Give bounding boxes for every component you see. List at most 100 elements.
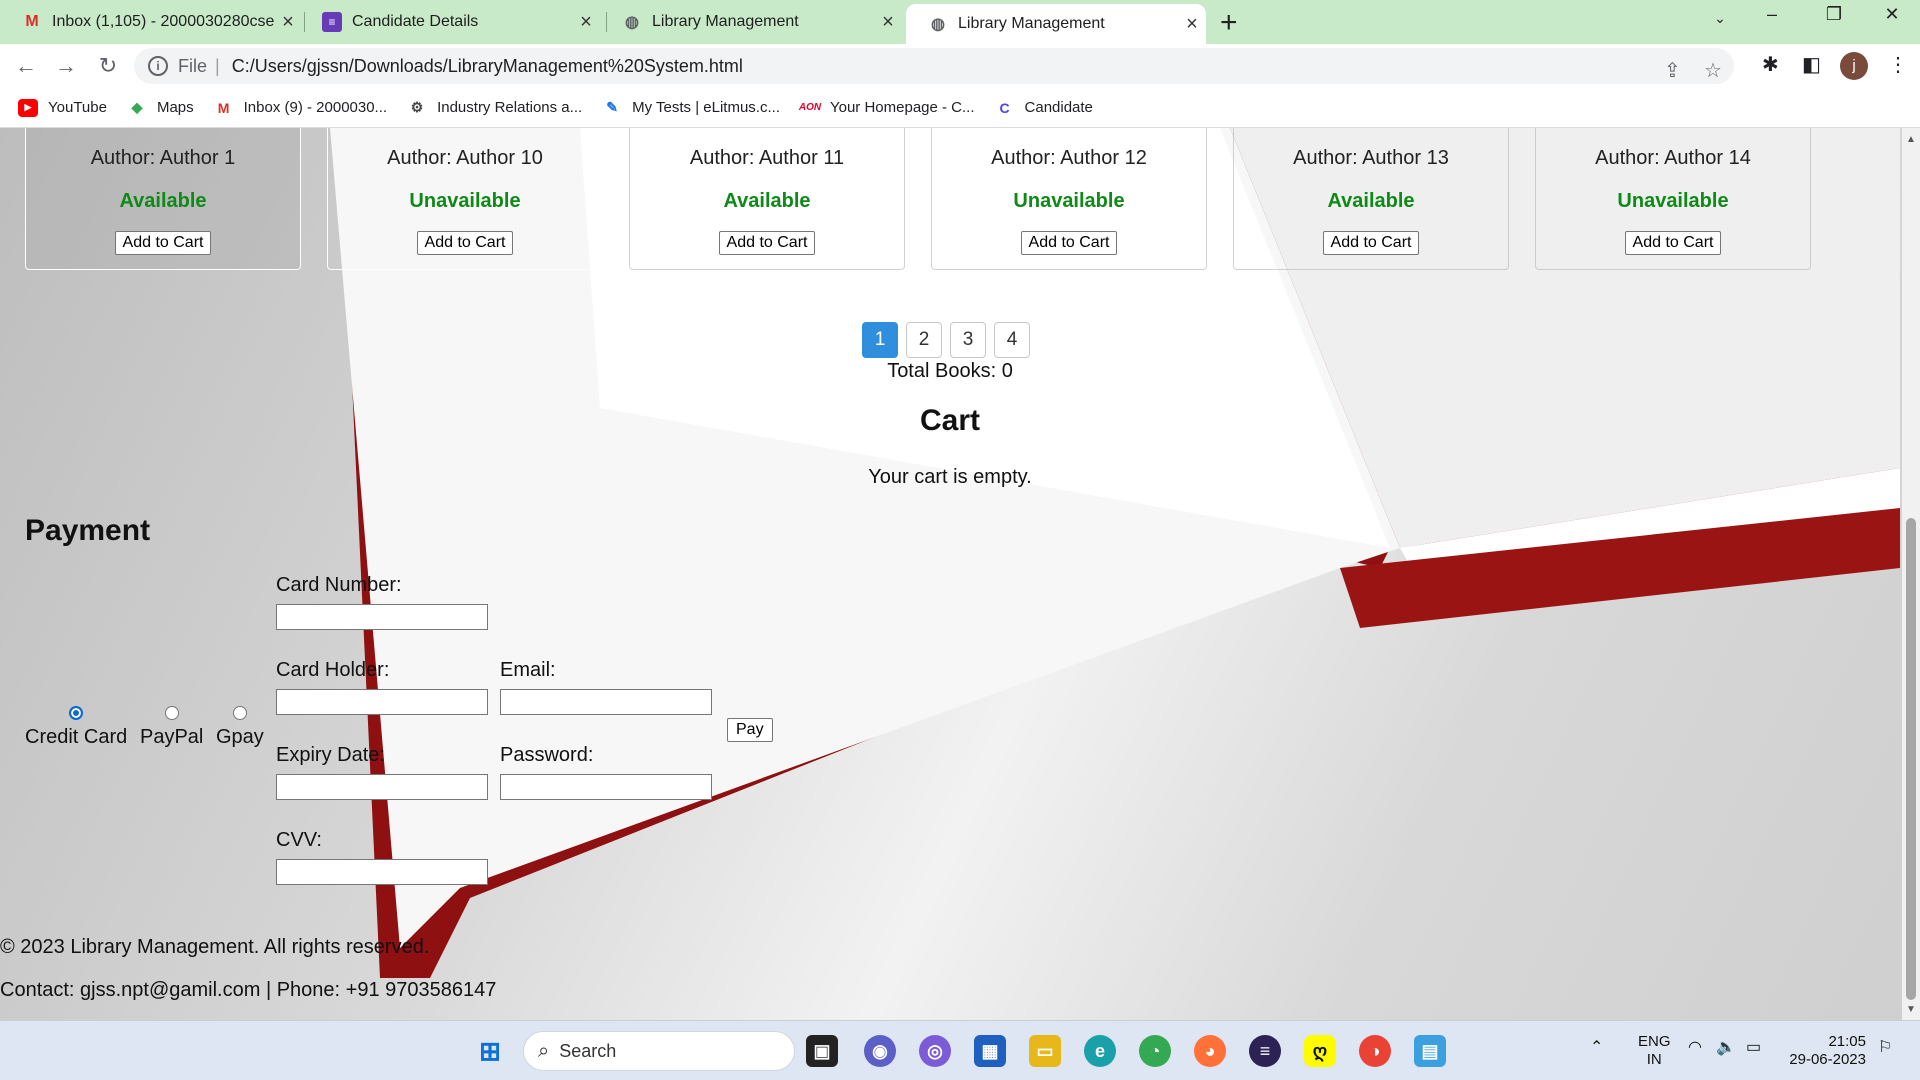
notepad-icon[interactable]: ▤ bbox=[1414, 1035, 1446, 1067]
tab-library-management-active[interactable]: ◍ Library Management × bbox=[906, 4, 1206, 44]
store-icon[interactable]: ▦ bbox=[974, 1035, 1006, 1067]
book-author: Author: Author 10 bbox=[387, 147, 543, 169]
windows-taskbar: ⊞ ⌕ Search ▣ ◉ ◎ ▦ ▭ e ◔ ◕ ≡ ღ ◑ ▤ ⌃ ENG… bbox=[0, 1020, 1920, 1080]
minimize-icon[interactable]: – bbox=[1752, 4, 1792, 25]
bookmark-industry-relations[interactable]: ⚙ Industry Relations a... bbox=[407, 99, 582, 117]
payment-method-label: PayPal bbox=[140, 726, 204, 748]
close-tab-icon[interactable]: × bbox=[274, 11, 302, 34]
clock[interactable]: 21:05 29-06-2023 bbox=[1786, 1033, 1866, 1069]
book-card: Author: Author 10 Unavailable Add to Car… bbox=[327, 128, 603, 270]
tab-library-management[interactable]: ◍ Library Management × bbox=[600, 0, 902, 44]
scroll-down-icon[interactable]: ▼ bbox=[1906, 1004, 1916, 1015]
tab-strip: M Inbox (1,105) - 2000030280cse@ × ≡ Can… bbox=[0, 0, 1920, 44]
close-tab-icon[interactable]: × bbox=[572, 11, 600, 34]
add-to-cart-button[interactable]: Add to Cart bbox=[1624, 231, 1722, 255]
add-to-cart-button[interactable]: Add to Cart bbox=[1020, 231, 1118, 255]
book-author: Author: Author 13 bbox=[1293, 147, 1449, 169]
bookmark-candidate[interactable]: C Candidate bbox=[995, 99, 1092, 117]
cvv-input[interactable] bbox=[276, 859, 488, 885]
scroll-up-icon[interactable]: ▲ bbox=[1906, 134, 1916, 145]
add-to-cart-button[interactable]: Add to Cart bbox=[1322, 231, 1420, 255]
page-button-1[interactable]: 1 bbox=[862, 322, 898, 358]
password-field[interactable] bbox=[500, 774, 712, 800]
page-button-2[interactable]: 2 bbox=[906, 322, 942, 358]
payment-method-credit-card[interactable]: Credit Card bbox=[25, 706, 127, 749]
payment-method-paypal[interactable]: PayPal bbox=[140, 706, 203, 749]
radio-gpay[interactable] bbox=[232, 706, 247, 720]
book-status: Available bbox=[119, 190, 207, 212]
teams-icon[interactable]: ◎ bbox=[919, 1035, 951, 1067]
bookmark-homepage[interactable]: AON Your Homepage - C... bbox=[798, 99, 975, 117]
new-tab-button[interactable]: + bbox=[1220, 6, 1238, 40]
battery-icon[interactable]: ▭ bbox=[1746, 1039, 1761, 1057]
aon-icon: AON bbox=[798, 102, 822, 113]
radio-credit-card[interactable] bbox=[69, 706, 84, 720]
chrome-profile-icon[interactable]: ◑ bbox=[1359, 1035, 1391, 1067]
maps-icon: ◆ bbox=[131, 99, 143, 115]
expiry-date-input[interactable] bbox=[276, 774, 488, 800]
share-icon[interactable]: ⇪ bbox=[1664, 58, 1681, 83]
card-holder-label: Card Holder: bbox=[276, 659, 390, 681]
pay-button[interactable]: Pay bbox=[727, 718, 773, 742]
wifi-icon[interactable]: ◠ bbox=[1688, 1039, 1702, 1057]
card-number-input[interactable] bbox=[276, 604, 488, 630]
tab-search-icon[interactable]: ⌄ bbox=[1700, 10, 1740, 27]
volume-muted-icon[interactable]: 🔈 bbox=[1716, 1039, 1736, 1057]
bookmark-star-icon[interactable]: ☆ bbox=[1704, 58, 1722, 83]
menu-kebab-icon[interactable]: ⋮ bbox=[1888, 52, 1908, 77]
task-view-icon[interactable]: ▣ bbox=[806, 1035, 838, 1067]
page-button-3[interactable]: 3 bbox=[950, 322, 986, 358]
windows-start-icon[interactable]: ⊞ bbox=[474, 1035, 506, 1067]
tray-overflow-icon[interactable]: ⌃ bbox=[1590, 1039, 1603, 1057]
tab-candidate-details[interactable]: ≡ Candidate Details × bbox=[300, 0, 600, 44]
back-icon[interactable]: ← bbox=[12, 52, 40, 80]
avatar[interactable]: j bbox=[1840, 52, 1868, 80]
page-button-4[interactable]: 4 bbox=[994, 322, 1030, 358]
scrollbar-thumb[interactable] bbox=[1906, 518, 1916, 1000]
side-panel-icon[interactable]: ◧ bbox=[1802, 52, 1821, 77]
eclipse-icon[interactable]: ≡ bbox=[1249, 1035, 1281, 1067]
footer-contact: Contact: gjss.npt@gamil.com | Phone: +91… bbox=[0, 979, 497, 1001]
book-card: Author: Author 13 Available Add to Cart bbox=[1233, 128, 1509, 270]
chat-icon[interactable]: ◉ bbox=[864, 1035, 896, 1067]
page-scrollbar[interactable]: ▲ ▼ bbox=[1902, 128, 1920, 1020]
tab-gmail-inbox[interactable]: M Inbox (1,105) - 2000030280cse@ × bbox=[0, 0, 302, 44]
language-indicator[interactable]: ENG IN bbox=[1638, 1033, 1671, 1069]
address-bar[interactable]: i File | C:/Users/gjssn/Downloads/Librar… bbox=[134, 48, 1734, 84]
close-tab-icon[interactable]: × bbox=[1178, 13, 1206, 36]
add-to-cart-button[interactable]: Add to Cart bbox=[114, 231, 212, 255]
bookmarks-bar: ▶ YouTube ◆ Maps M Inbox (9) - 2000030..… bbox=[0, 88, 1920, 128]
chrome-icon[interactable]: ◔ bbox=[1139, 1035, 1171, 1067]
bookmark-youtube[interactable]: ▶ YouTube bbox=[18, 98, 107, 117]
file-explorer-icon[interactable]: ▭ bbox=[1029, 1035, 1061, 1067]
reload-icon[interactable]: ↻ bbox=[94, 52, 122, 80]
radio-paypal[interactable] bbox=[164, 706, 179, 720]
bookmark-inbox[interactable]: M Inbox (9) - 2000030... bbox=[214, 99, 387, 117]
payment-method-gpay[interactable]: Gpay bbox=[216, 706, 264, 749]
notifications-icon[interactable]: ⚐ bbox=[1878, 1039, 1892, 1057]
close-tab-icon[interactable]: × bbox=[874, 11, 902, 34]
restore-icon[interactable]: ❐ bbox=[1814, 4, 1854, 25]
info-icon[interactable]: i bbox=[148, 56, 168, 76]
extensions-icon[interactable]: ✱ bbox=[1762, 52, 1779, 77]
add-to-cart-button[interactable]: Add to Cart bbox=[718, 231, 816, 255]
email-field[interactable] bbox=[500, 689, 712, 715]
card-holder-input[interactable] bbox=[276, 689, 488, 715]
gmail-icon: M bbox=[217, 99, 230, 116]
edge-icon[interactable]: e bbox=[1084, 1035, 1116, 1067]
password-label: Password: bbox=[500, 744, 594, 766]
snapchat-icon[interactable]: ღ bbox=[1304, 1035, 1336, 1067]
gear-logo-icon: ⚙ bbox=[410, 99, 424, 115]
forward-icon[interactable]: → bbox=[52, 52, 80, 80]
search-placeholder: Search bbox=[559, 1040, 617, 1061]
firefox-icon[interactable]: ◕ bbox=[1194, 1035, 1226, 1067]
bookmark-maps[interactable]: ◆ Maps bbox=[127, 99, 194, 117]
pagination: 1 2 3 4 bbox=[862, 322, 1030, 358]
close-window-icon[interactable]: ✕ bbox=[1872, 4, 1912, 25]
cvv-label: CVV: bbox=[276, 829, 322, 851]
taskbar-search[interactable]: ⌕ Search bbox=[523, 1031, 795, 1071]
add-to-cart-button[interactable]: Add to Cart bbox=[416, 231, 514, 255]
candidate-icon: C bbox=[999, 99, 1010, 116]
payment-heading: Payment bbox=[25, 514, 151, 547]
bookmark-elitmus[interactable]: ✎ My Tests | eLitmus.c... bbox=[602, 99, 780, 117]
